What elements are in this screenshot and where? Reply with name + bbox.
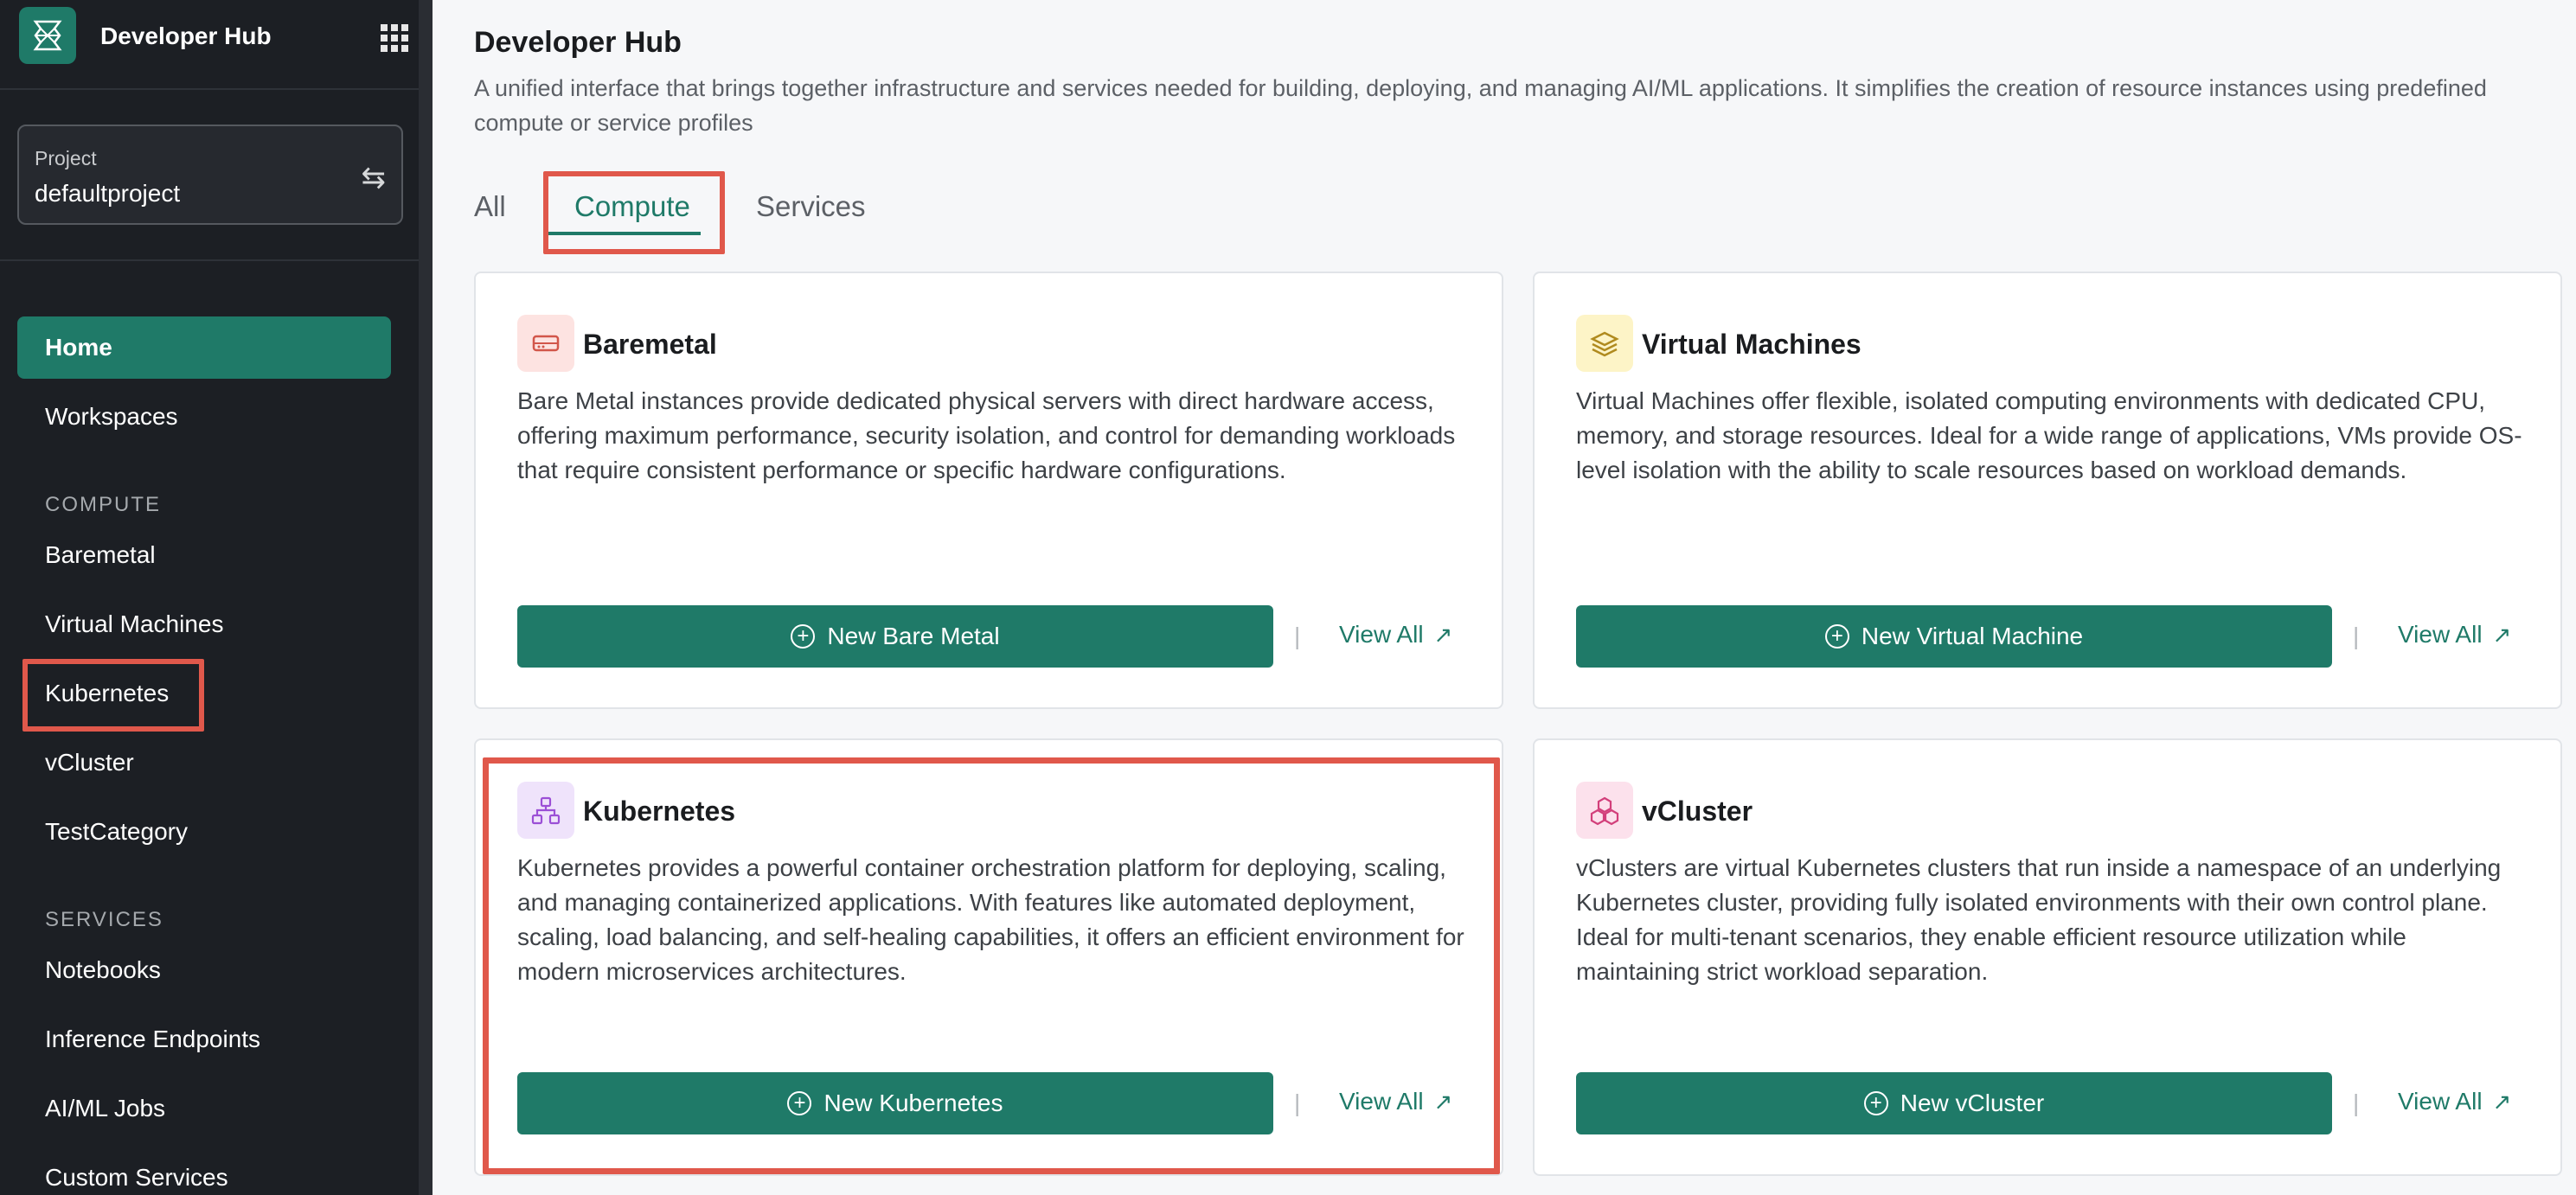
sidebar-item-virtual-machines[interactable]: Virtual Machines: [17, 593, 391, 655]
sidebar-item-label: Baremetal: [45, 541, 156, 568]
compute-tab-highlight: [543, 171, 725, 254]
sidebar-item-label: Workspaces: [45, 403, 178, 430]
arrow-up-right-icon: ↗: [2492, 1088, 2512, 1115]
sidebar-item-label: Inference Endpoints: [45, 1026, 261, 1052]
sidebar-item-custom-services[interactable]: Custom Services: [17, 1147, 391, 1195]
app-title: Developer Hub: [100, 22, 272, 49]
divider: |: [2353, 623, 2360, 649]
server-icon: [517, 315, 574, 372]
project-label: Project: [35, 147, 97, 169]
app-logo[interactable]: [19, 7, 76, 64]
sidebar-item-label: Notebooks: [45, 956, 161, 983]
sidebar-item-label: vCluster: [45, 749, 134, 776]
sidebar-item-home[interactable]: Home: [17, 316, 391, 379]
apps-grid-icon[interactable]: [381, 24, 408, 52]
sidebar-item-baremetal[interactable]: Baremetal: [17, 524, 391, 586]
card-virtual-machines: Virtual Machines Virtual Machines offer …: [1533, 272, 2562, 709]
project-value: defaultproject: [35, 180, 181, 207]
card-description: Virtual Machines offer flexible, isolate…: [1576, 387, 2522, 483]
sidebar-item-label: AI/ML Jobs: [45, 1095, 166, 1122]
view-all-label: View All: [2398, 621, 2483, 648]
plus-circle-icon: +: [1824, 624, 1849, 649]
button-label: New Bare Metal: [827, 623, 1000, 649]
kubernetes-card-highlight: [483, 757, 1500, 1174]
new-virtual-machine-button[interactable]: + New Virtual Machine: [1576, 605, 2332, 668]
button-label: New vCluster: [1900, 1090, 2045, 1116]
sidebar: Developer Hub Project defaultproject ⇆ H…: [0, 0, 433, 1195]
card-vcluster: vCluster vClusters are virtual Kubernete…: [1533, 738, 2562, 1176]
boxes-icon: [1576, 782, 1633, 839]
sidebar-item-workspaces[interactable]: Workspaces: [17, 386, 391, 448]
new-vcluster-button[interactable]: + New vCluster: [1576, 1072, 2332, 1134]
page-description: A unified interface that brings together…: [474, 75, 2487, 136]
card-title: vCluster: [1642, 796, 1753, 827]
divider: |: [2353, 1090, 2360, 1116]
sidebar-divider: [0, 259, 419, 261]
project-selector[interactable]: Project defaultproject ⇆: [17, 125, 403, 225]
services-section-heading: SERVICES: [45, 908, 163, 931]
tab-services[interactable]: Services: [756, 190, 866, 223]
main-content: Developer Hub A unified interface that b…: [433, 0, 2576, 1195]
arrow-up-right-icon: ↗: [1433, 621, 1453, 648]
view-all-label: View All: [2398, 1088, 2483, 1115]
sidebar-item-testcategory[interactable]: TestCategory: [17, 801, 391, 863]
new-bare-metal-button[interactable]: + New Bare Metal: [517, 605, 1273, 668]
sidebar-item-aiml-jobs[interactable]: AI/ML Jobs: [17, 1077, 391, 1140]
layers-icon: [1576, 315, 1633, 372]
compute-section-heading: COMPUTE: [45, 493, 161, 516]
sidebar-header: Developer Hub: [0, 0, 419, 90]
sidebar-item-label: Virtual Machines: [45, 610, 224, 637]
button-label: New Virtual Machine: [1861, 623, 2084, 649]
tab-all[interactable]: All: [474, 190, 506, 223]
card-title: Baremetal: [583, 329, 717, 360]
sidebar-item-notebooks[interactable]: Notebooks: [17, 939, 391, 1001]
sidebar-item-inference-endpoints[interactable]: Inference Endpoints: [17, 1008, 391, 1070]
divider: |: [1294, 623, 1301, 649]
view-all-link[interactable]: View All ↗: [2398, 1088, 2511, 1115]
swap-icon[interactable]: ⇆: [362, 161, 387, 195]
kubernetes-nav-highlight: [22, 659, 204, 732]
sidebar-item-label: TestCategory: [45, 818, 188, 845]
view-all-link[interactable]: View All ↗: [2398, 621, 2511, 649]
sidebar-item-label: Custom Services: [45, 1164, 228, 1191]
sidebar-scrollbar[interactable]: [419, 0, 433, 1195]
page-title: Developer Hub: [474, 26, 682, 59]
plus-circle-icon: +: [791, 624, 816, 649]
sidebar-item-vcluster[interactable]: vCluster: [17, 732, 391, 794]
plus-circle-icon: +: [1863, 1091, 1888, 1115]
view-all-link[interactable]: View All ↗: [1339, 621, 1452, 649]
card-baremetal: Baremetal Bare Metal instances provide d…: [474, 272, 1503, 709]
card-description: Bare Metal instances provide dedicated p…: [517, 387, 1456, 483]
card-title: Virtual Machines: [1642, 329, 1862, 360]
view-all-label: View All: [1339, 621, 1424, 648]
sidebar-item-label: Home: [45, 334, 112, 361]
logo-icon: [33, 20, 62, 51]
arrow-up-right-icon: ↗: [2492, 621, 2512, 648]
card-description: vClusters are virtual Kubernetes cluster…: [1576, 854, 2502, 985]
